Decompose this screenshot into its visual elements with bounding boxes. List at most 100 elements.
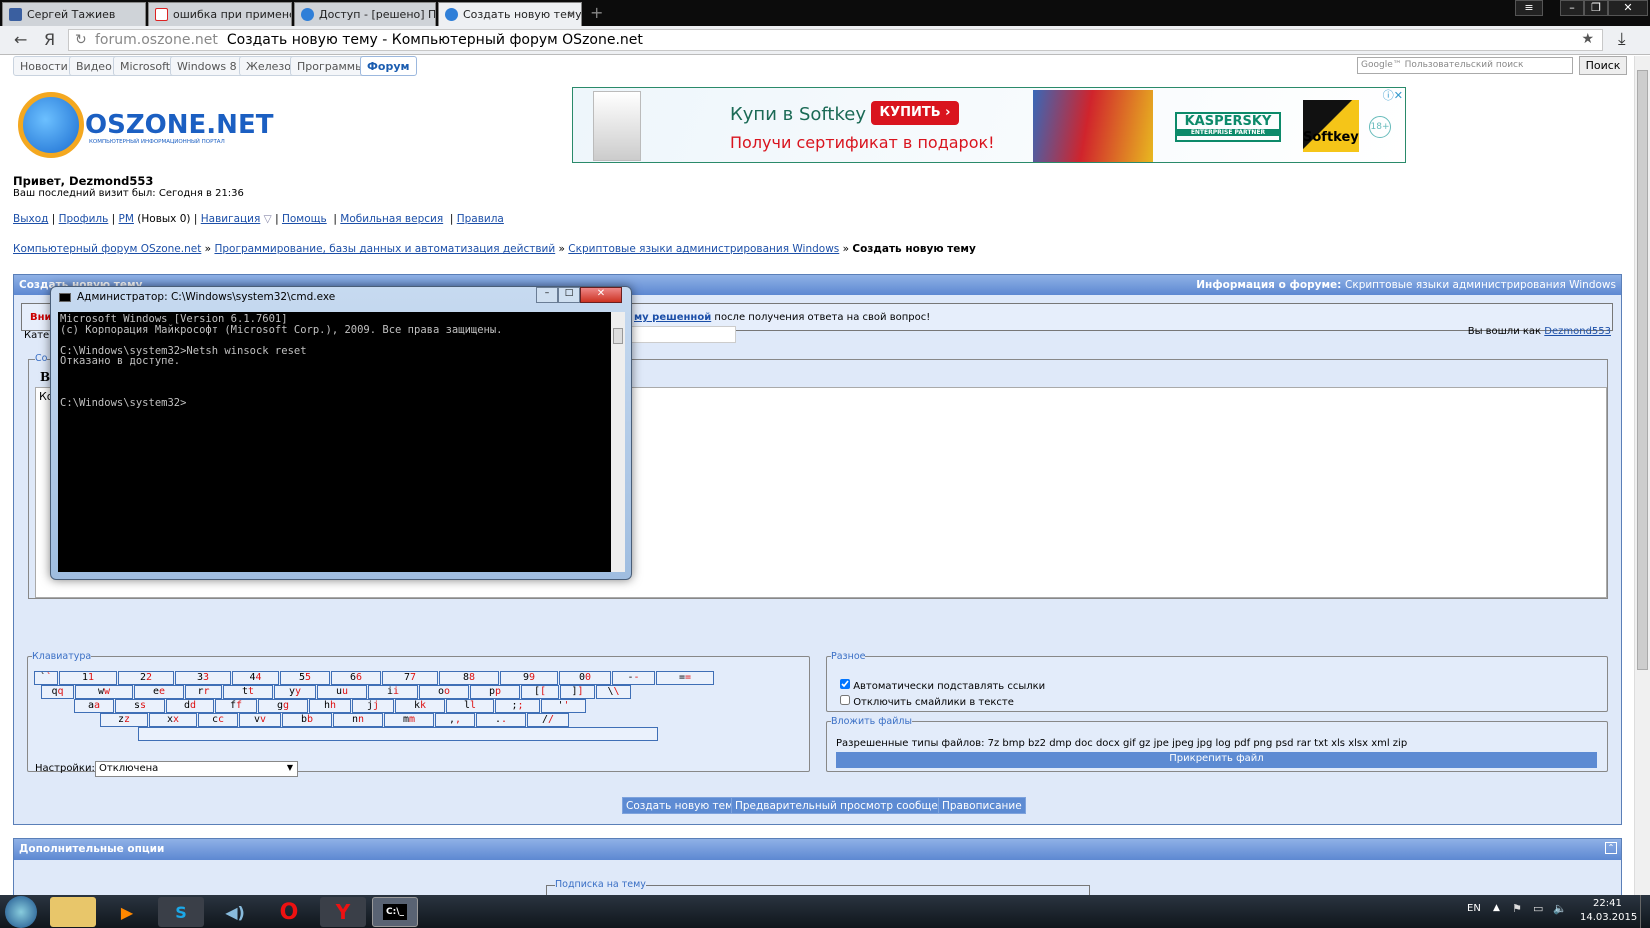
tab-yandex-search[interactable]: ошибка при примене (148, 2, 292, 26)
softkey-ad-banner[interactable]: Купи в Softkey КУПИТЬ › Получи сертифика… (572, 87, 1406, 163)
nav-programs[interactable]: Программы (290, 56, 371, 76)
key-m[interactable]: mm (384, 713, 434, 727)
mark-solved-link[interactable]: му решенной (634, 312, 711, 323)
url-input[interactable]: ↻ forum.oszone.net Создать новую тему - … (68, 29, 1603, 51)
ad-buy-button[interactable]: КУПИТЬ › (871, 101, 959, 125)
key-.[interactable]: .. (476, 713, 526, 727)
bookmark-star-icon[interactable]: ★ (1581, 31, 1594, 47)
key-u[interactable]: uu (317, 685, 367, 699)
close-window-button[interactable]: ✕ (1608, 0, 1648, 16)
key-5[interactable]: 55 (280, 671, 330, 685)
navigation-link[interactable]: Навигация (201, 213, 261, 225)
key-0[interactable]: 00 (559, 671, 611, 685)
key-l[interactable]: ll (446, 699, 494, 713)
bold-button[interactable]: B (40, 370, 50, 384)
new-tab-button[interactable]: + (590, 3, 603, 22)
key-a[interactable]: aa (74, 699, 114, 713)
clock-date[interactable]: 14.03.2015 (1580, 912, 1637, 923)
cmd-console-output[interactable]: Microsoft Windows [Version 6.1.7601] (c)… (58, 312, 611, 572)
nav-video[interactable]: Видео (69, 56, 119, 76)
tray-expand-icon[interactable]: ▲ (1493, 903, 1500, 913)
show-desktop-button[interactable] (1640, 895, 1650, 928)
cmd-window[interactable]: Администратор: C:\Windows\system32\cmd.e… (50, 286, 632, 580)
key-\[interactable]: \\ (596, 685, 631, 699)
preview-button[interactable]: Предварительный просмотр сообщения (731, 797, 962, 814)
key-d[interactable]: dd (166, 699, 214, 713)
disable-smilies-option[interactable]: Отключить смайлики в тексте (840, 695, 1014, 708)
key-`[interactable]: `` (34, 671, 58, 685)
breadcrumb-forum[interactable]: Компьютерный форум OSzone.net (13, 243, 201, 255)
minimize-button[interactable]: – (1560, 0, 1584, 16)
key-][interactable]: ]] (560, 685, 595, 699)
key--[interactable]: -- (612, 671, 655, 685)
cmd-scroll-thumb[interactable] (613, 328, 623, 344)
cmd-close-button[interactable]: ✕ (580, 287, 622, 303)
google-search-input[interactable]: Google™ Пользовательский поиск (1357, 57, 1573, 74)
key-'[interactable]: '' (541, 699, 586, 713)
pm-link[interactable]: PM (119, 213, 134, 225)
key-1[interactable]: 11 (59, 671, 117, 685)
action-center-flag-icon[interactable]: ⚑ (1512, 902, 1522, 915)
browser-menu-button[interactable]: ≡ (1515, 0, 1543, 16)
tab-access-solved[interactable]: Доступ - [решено] Пр (294, 2, 436, 26)
key-k[interactable]: kk (395, 699, 445, 713)
clock-time[interactable]: 22:41 (1593, 898, 1622, 909)
back-button[interactable]: ← (14, 30, 27, 49)
spellcheck-button[interactable]: Правописание (938, 797, 1026, 814)
volume-icon[interactable]: 🔈 (1553, 902, 1567, 915)
collapse-icon[interactable]: ⌃ (1605, 842, 1617, 854)
cmd-minimize-button[interactable]: – (536, 287, 558, 303)
key-v[interactable]: vv (239, 713, 281, 727)
space-key[interactable] (138, 727, 658, 741)
key-3[interactable]: 33 (175, 671, 231, 685)
media-player-icon[interactable]: ▶ (104, 897, 150, 927)
logout-link[interactable]: Выход (13, 213, 48, 225)
key-o[interactable]: oo (419, 685, 469, 699)
audio-app-icon[interactable]: ◀) (212, 897, 258, 927)
restore-button[interactable]: ❐ (1584, 0, 1608, 16)
key-7[interactable]: 77 (382, 671, 438, 685)
breadcrumb-programming[interactable]: Программирование, базы данных и автомати… (214, 243, 555, 255)
key-c[interactable]: cc (198, 713, 238, 727)
key-6[interactable]: 66 (331, 671, 381, 685)
disable-smilies-checkbox[interactable] (840, 695, 850, 705)
nav-forum[interactable]: Форум (360, 56, 417, 76)
auto-links-option[interactable]: Автоматически подставлять ссылки (840, 679, 1045, 692)
yandex-button[interactable]: Я (44, 30, 55, 49)
cmd-taskbar-icon[interactable]: C:\_ (372, 897, 418, 927)
key-e[interactable]: ee (134, 685, 184, 699)
help-link[interactable]: Помощь (282, 213, 327, 225)
tab-sergey[interactable]: Сергей Тажиев (2, 2, 146, 26)
key-p[interactable]: pp (470, 685, 520, 699)
tab-create-topic[interactable]: Создать новую тему - × (438, 2, 582, 26)
key-9[interactable]: 99 (500, 671, 558, 685)
network-icon[interactable]: ▭ (1533, 902, 1543, 915)
key-4[interactable]: 44 (232, 671, 279, 685)
opera-icon[interactable]: O (266, 897, 312, 927)
nav-news[interactable]: Новости (13, 56, 75, 76)
auto-links-checkbox[interactable] (840, 679, 850, 689)
close-tab-icon[interactable]: × (567, 7, 576, 20)
mobile-link[interactable]: Мобильная версия (340, 213, 443, 225)
key-r[interactable]: rr (185, 685, 222, 699)
keyboard-settings-select[interactable]: Отключена ▼ (95, 761, 298, 777)
key-b[interactable]: bb (282, 713, 332, 727)
key-x[interactable]: xx (149, 713, 197, 727)
key-[[interactable]: [[ (521, 685, 559, 699)
key-2[interactable]: 22 (118, 671, 174, 685)
key-y[interactable]: yy (274, 685, 316, 699)
key-,[interactable]: ,, (435, 713, 475, 727)
key-g[interactable]: gg (258, 699, 308, 713)
key-i[interactable]: ii (368, 685, 418, 699)
cmd-maximize-button[interactable]: □ (558, 287, 580, 303)
key-f[interactable]: ff (215, 699, 257, 713)
dropdown-triangle-icon[interactable]: ▽ (264, 213, 272, 225)
username-link[interactable]: Dezmond553 (1544, 326, 1611, 337)
key-=[interactable]: == (656, 671, 714, 685)
key-/[interactable]: // (527, 713, 569, 727)
attach-file-button[interactable]: Прикрепить файл (836, 752, 1597, 768)
nav-windows8[interactable]: Windows 8 (170, 56, 244, 76)
page-scrollbar[interactable] (1634, 56, 1650, 895)
key-n[interactable]: nn (333, 713, 383, 727)
downloads-icon[interactable]: ⤓ (1618, 29, 1626, 49)
